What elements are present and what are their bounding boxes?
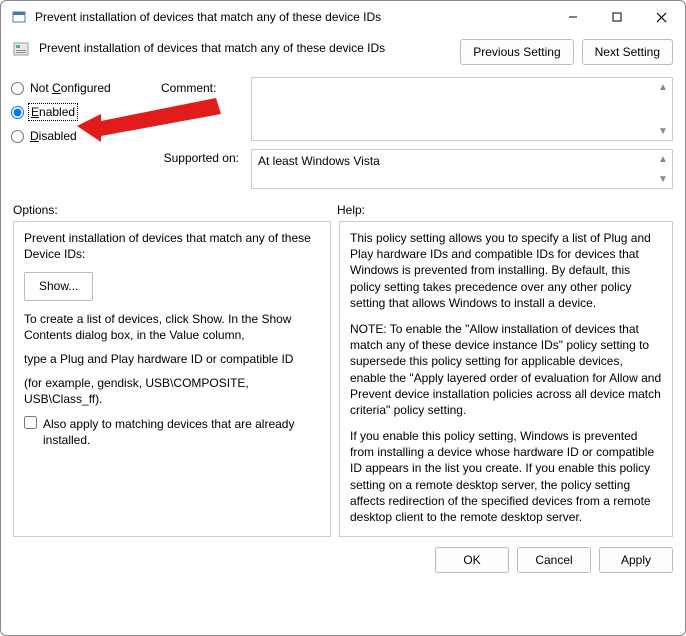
titlebar: Prevent installation of devices that mat… bbox=[1, 1, 685, 33]
help-panel[interactable]: This policy setting allows you to specif… bbox=[339, 221, 673, 537]
options-panel: Prevent installation of devices that mat… bbox=[13, 221, 331, 537]
supported-on-field: At least Windows Vista ▲ ▼ bbox=[251, 149, 673, 189]
radio-enabled-label[interactable]: Enabled bbox=[30, 105, 76, 119]
radio-disabled[interactable] bbox=[11, 130, 24, 143]
help-p2: NOTE: To enable the "Allow installation … bbox=[350, 321, 662, 418]
options-intro: Prevent installation of devices that mat… bbox=[24, 230, 320, 262]
options-line3: (for example, gendisk, USB\COMPOSITE, US… bbox=[24, 375, 320, 407]
next-setting-button[interactable]: Next Setting bbox=[582, 39, 673, 65]
radio-not-configured[interactable] bbox=[11, 82, 24, 95]
help-p3: If you enable this policy setting, Windo… bbox=[350, 428, 662, 525]
radio-not-configured-label[interactable]: Not Configured bbox=[30, 81, 111, 95]
ok-button[interactable]: OK bbox=[435, 547, 509, 573]
minimize-button[interactable] bbox=[551, 2, 595, 32]
supported-on-value: At least Windows Vista bbox=[258, 154, 380, 168]
help-p4: If you disable or do not configure this … bbox=[350, 535, 662, 537]
apply-button[interactable]: Apply bbox=[599, 547, 673, 573]
scroll-down-icon[interactable]: ▼ bbox=[655, 171, 671, 187]
window-title: Prevent installation of devices that mat… bbox=[35, 10, 551, 24]
scroll-down-icon[interactable]: ▼ bbox=[655, 123, 671, 139]
comment-textarea[interactable]: ▲ ▼ bbox=[251, 77, 673, 141]
maximize-button[interactable] bbox=[595, 2, 639, 32]
scroll-up-icon[interactable]: ▲ bbox=[655, 79, 671, 95]
show-button[interactable]: Show... bbox=[24, 272, 93, 300]
also-apply-checkbox[interactable] bbox=[24, 416, 37, 429]
comment-label: Comment: bbox=[161, 77, 251, 95]
options-line1: To create a list of devices, click Show.… bbox=[24, 311, 320, 343]
policy-icon bbox=[13, 41, 29, 57]
previous-setting-button[interactable]: Previous Setting bbox=[460, 39, 573, 65]
radio-disabled-label[interactable]: Disabled bbox=[30, 129, 77, 143]
supported-label: Supported on: bbox=[11, 143, 251, 189]
radio-enabled[interactable] bbox=[11, 106, 24, 119]
state-radios: Not Configured Enabled Disabled bbox=[11, 77, 161, 143]
dialog-footer: OK Cancel Apply bbox=[1, 537, 685, 583]
options-label: Options: bbox=[13, 203, 337, 217]
close-button[interactable] bbox=[639, 2, 683, 32]
app-icon bbox=[11, 9, 27, 25]
help-label: Help: bbox=[337, 203, 365, 217]
header-title: Prevent installation of devices that mat… bbox=[39, 39, 450, 55]
options-line2: type a Plug and Play hardware ID or comp… bbox=[24, 351, 320, 367]
also-apply-label[interactable]: Also apply to matching devices that are … bbox=[43, 416, 320, 448]
cancel-button[interactable]: Cancel bbox=[517, 547, 591, 573]
help-p1: This policy setting allows you to specif… bbox=[350, 230, 662, 311]
scroll-up-icon[interactable]: ▲ bbox=[655, 151, 671, 167]
header-row: Prevent installation of devices that mat… bbox=[1, 33, 685, 69]
